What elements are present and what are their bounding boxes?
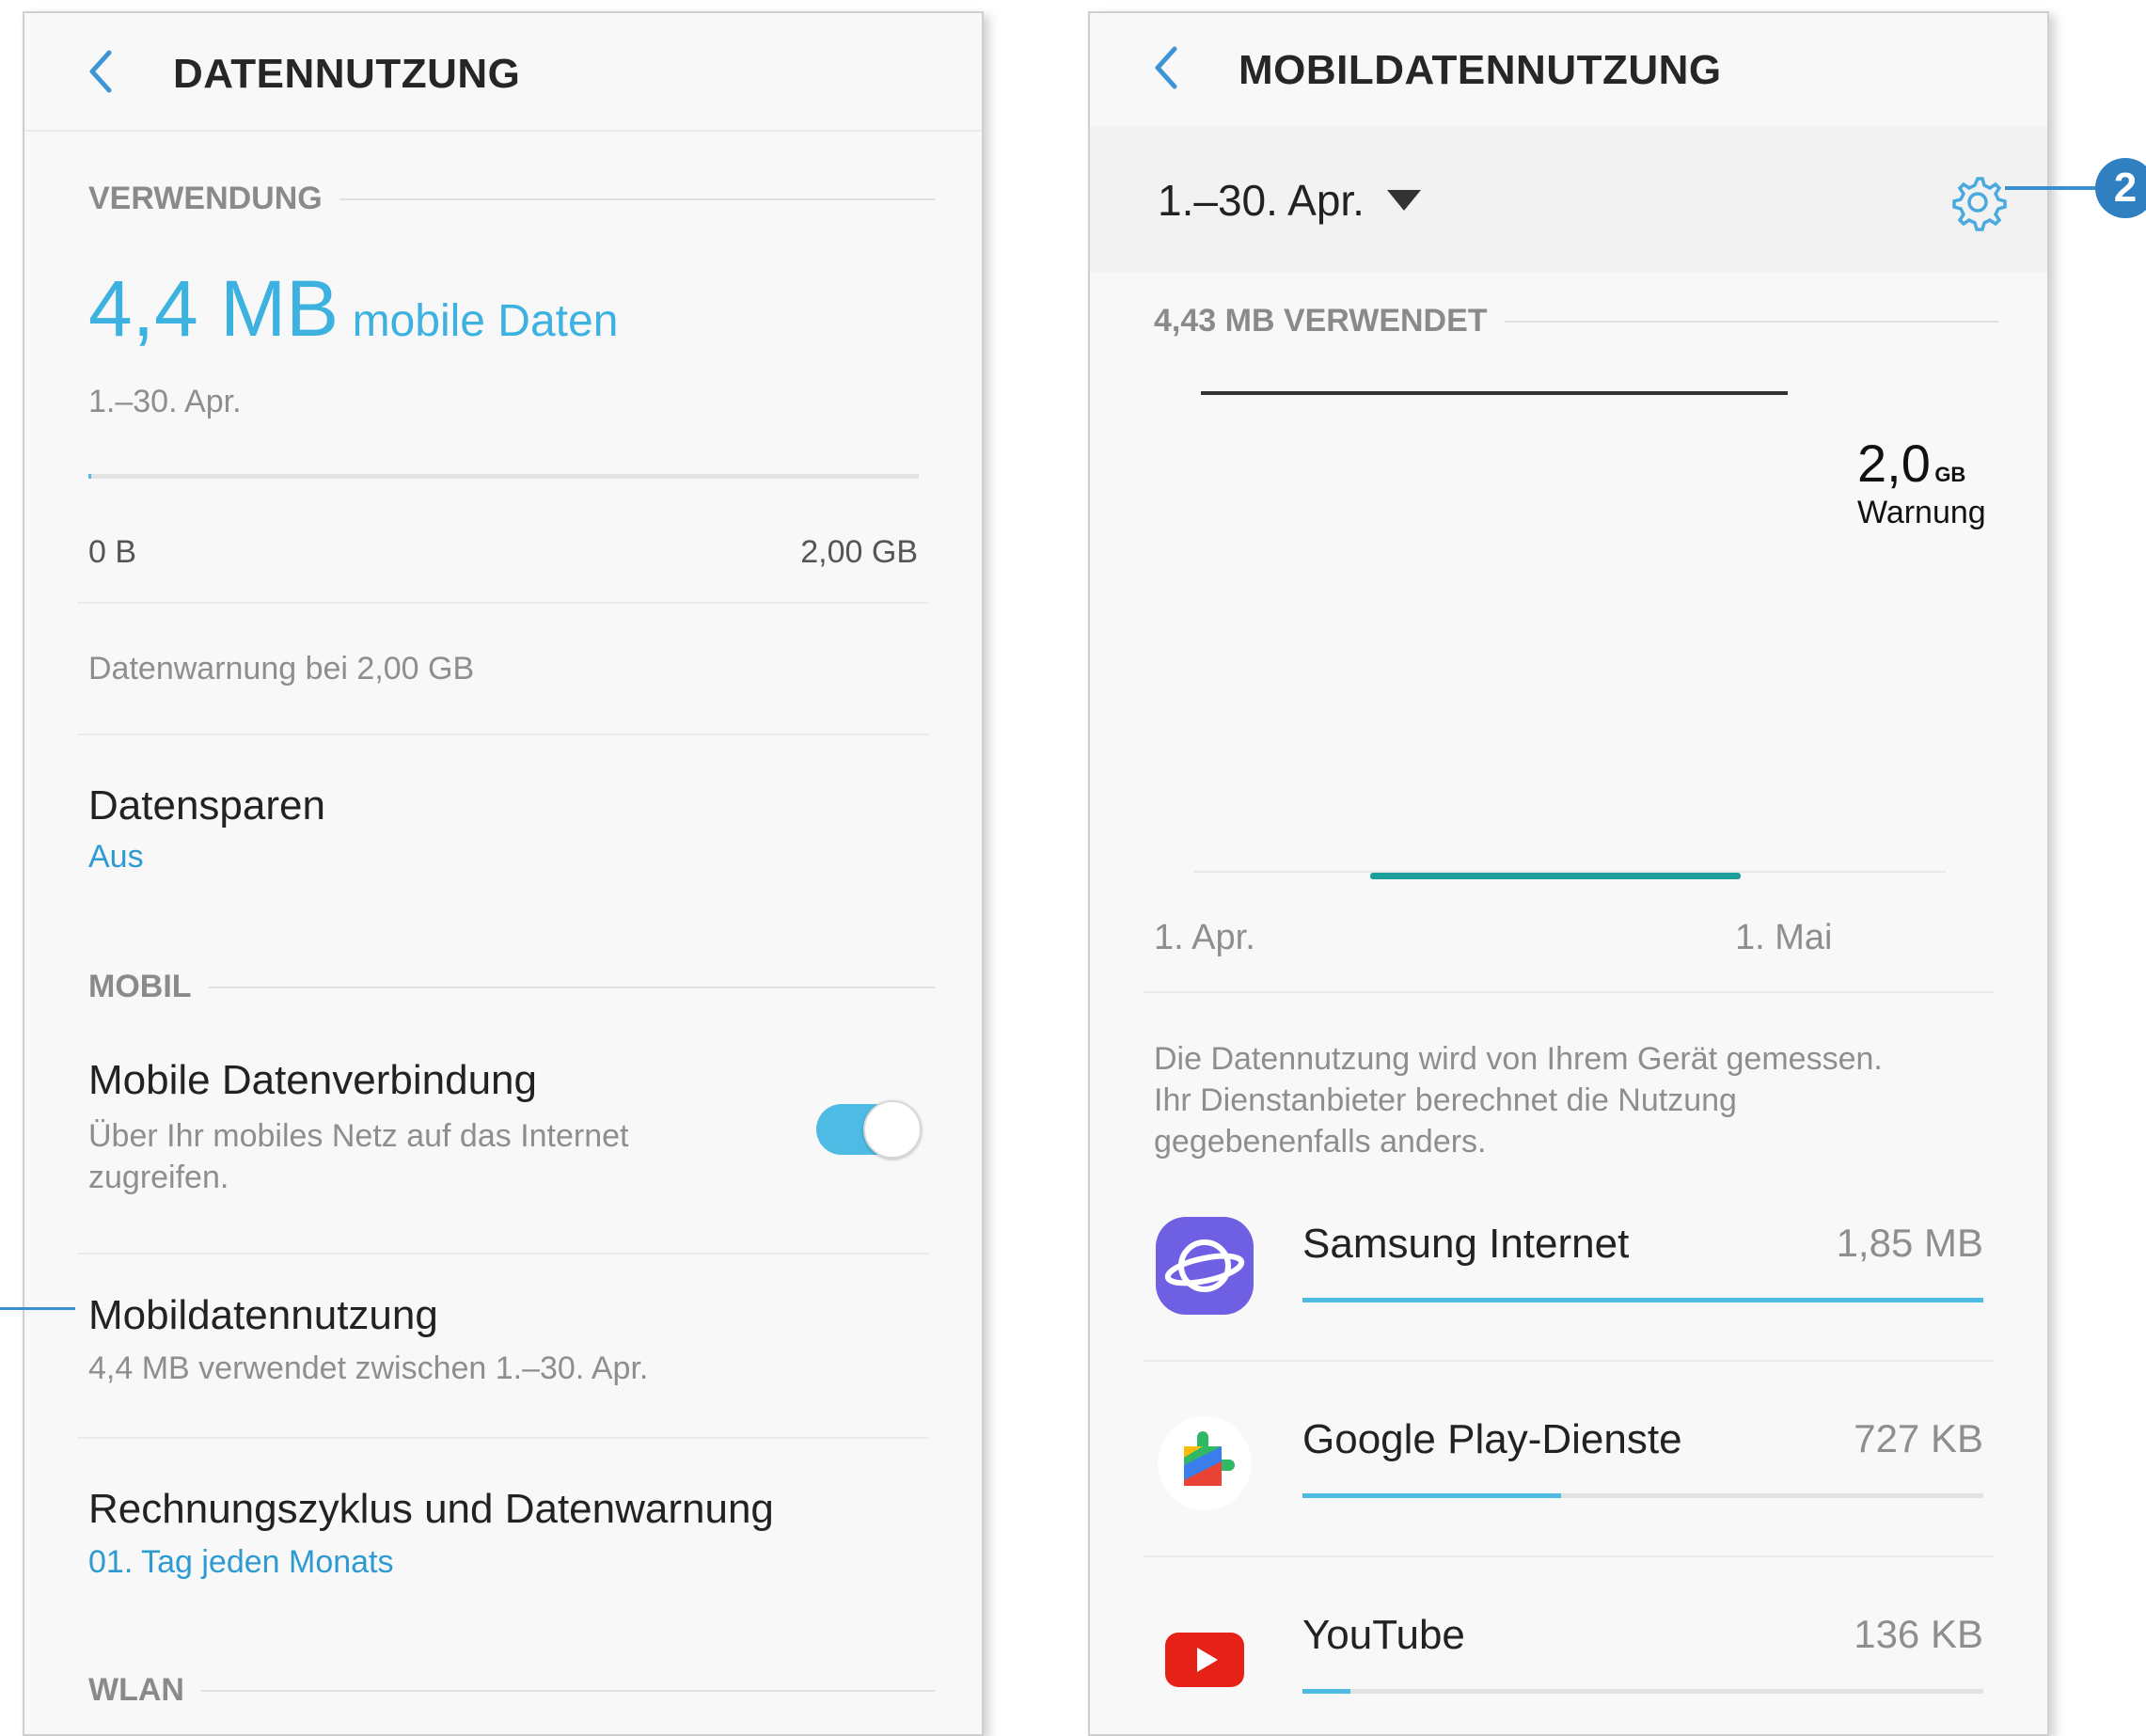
- scale-min: 0 B: [88, 534, 137, 570]
- period-bar: 1.–30. Apr.: [1090, 126, 2047, 273]
- period-dropdown[interactable]: 1.–30. Apr.: [1158, 175, 1423, 226]
- app-row[interactable]: Google Play-Dienste 727 KB: [1090, 1396, 2047, 1555]
- app-bar: DATENNUTZUNG: [24, 13, 982, 132]
- chart-warning-line: [1201, 391, 1788, 395]
- mobile-data-usage-item[interactable]: Mobildatennutzung 4,4 MB verwendet zwisc…: [88, 1292, 648, 1387]
- chart-usage-line: [1370, 873, 1741, 879]
- back-arrow-icon[interactable]: [81, 45, 122, 98]
- used-header: 4,43 MB VERWENDET: [1154, 303, 1998, 339]
- callout-badge-2: 2: [2095, 158, 2146, 218]
- back-arrow-icon[interactable]: [1146, 41, 1188, 94]
- app-usage-bar: [1302, 1493, 1983, 1498]
- app-row[interactable]: Samsung Internet 1,85 MB: [1090, 1200, 2047, 1360]
- page-title: DATENNUTZUNG: [173, 51, 521, 97]
- note-line: Die Datennutzung wird von Ihrem Gerät ge…: [1154, 1041, 1883, 1077]
- warning-unit: GB: [1934, 463, 1966, 486]
- mobile-connection-desc-2: zugreifen.: [88, 1160, 229, 1195]
- app-size: 1,85 MB: [1836, 1221, 1983, 1265]
- data-usage-screen: DATENNUTZUNG VERWENDUNG 4,4 MB mobile Da…: [23, 11, 984, 1736]
- app-usage-fill: [1302, 1298, 1983, 1302]
- gear-icon[interactable]: [1949, 173, 2007, 231]
- chart-warning-label: 2,0 GB: [1857, 433, 1965, 494]
- chart-x-start: 1. Apr.: [1154, 918, 1255, 957]
- app-name: Google Play-Dienste: [1302, 1416, 1682, 1462]
- mobile-data-usage-desc: 4,4 MB verwendet zwischen 1.–30. Apr.: [88, 1350, 649, 1386]
- usage-unit: mobile Daten: [352, 296, 619, 346]
- section-header-mobil: MOBIL: [88, 969, 935, 1005]
- mobile-connection-desc: Über Ihr mobiles Netz auf das Internet: [88, 1118, 629, 1154]
- warning-label: Warnung: [1857, 495, 1986, 530]
- usage-summary: 4,4 MB mobile Daten: [88, 263, 618, 355]
- period-dropdown-label: 1.–30. Apr.: [1158, 176, 1365, 225]
- data-saver-value: Aus: [88, 839, 144, 875]
- app-usage-fill: [1302, 1689, 1350, 1694]
- note-line: Ihr Dienstanbieter berechnet die Nutzung: [1154, 1082, 1737, 1118]
- usage-amount: 4,4 MB: [88, 264, 339, 353]
- mobile-data-toggle[interactable]: [816, 1100, 922, 1159]
- app-size: 136 KB: [1854, 1612, 1983, 1656]
- section-header-wlan: WLAN: [88, 1672, 935, 1709]
- usage-progress-bar: [88, 474, 919, 479]
- data-warning-text[interactable]: Datenwarnung bei 2,00 GB: [88, 651, 474, 687]
- section-label: MOBIL: [88, 969, 192, 1004]
- app-bar: MOBILDATENNUTZUNG: [1090, 13, 2047, 126]
- billing-cycle-value: 01. Tag jeden Monats: [88, 1544, 394, 1580]
- app-usage-fill: [1302, 1493, 1562, 1498]
- usage-period: 1.–30. Apr.: [88, 384, 242, 419]
- data-saver-title: Datensparen: [88, 782, 325, 829]
- section-header-usage: VERWENDUNG: [88, 181, 935, 217]
- section-label: WLAN: [88, 1672, 184, 1708]
- mobile-data-usage-title: Mobildatennutzung: [88, 1292, 438, 1338]
- app-name: YouTube: [1302, 1612, 1465, 1658]
- warning-value: 2,0: [1857, 434, 1931, 493]
- mobile-data-usage-screen: MOBILDATENNUTZUNG 1.–30. Apr. 4,43 MB VE…: [1088, 11, 2049, 1736]
- chart-x-end: 1. Mai: [1735, 918, 1833, 957]
- note-line: gegebenenfalls anders.: [1154, 1124, 1487, 1160]
- scale-max: 2,00 GB: [800, 534, 918, 570]
- samsung-internet-icon: [1156, 1217, 1254, 1315]
- app-size: 727 KB: [1854, 1416, 1983, 1460]
- callout-line-2: [2005, 186, 2099, 190]
- mobile-connection-title: Mobile Datenverbindung: [88, 1057, 537, 1103]
- used-label: 4,43 MB VERWENDET: [1154, 303, 1488, 339]
- google-play-services-icon: [1158, 1416, 1252, 1510]
- dropdown-arrow-icon: [1386, 190, 1421, 211]
- billing-cycle-title: Rechnungszyklus und Datenwarnung: [88, 1486, 774, 1532]
- measurement-note: Die Datennutzung wird von Ihrem Gerät ge…: [1154, 1038, 1883, 1162]
- callout-line-1: [0, 1307, 75, 1310]
- app-row[interactable]: YouTube 136 KB: [1090, 1591, 2047, 1734]
- app-usage-bar: [1302, 1298, 1983, 1302]
- mobile-connection-item[interactable]: Mobile Datenverbindung Über Ihr mobiles …: [88, 1057, 822, 1198]
- page-title: MOBILDATENNUTZUNG: [1239, 47, 1722, 93]
- app-name: Samsung Internet: [1302, 1221, 1630, 1267]
- data-saver-item[interactable]: Datensparen Aus: [88, 782, 325, 876]
- usage-progress-fill: [88, 474, 91, 479]
- app-usage-bar: [1302, 1689, 1983, 1694]
- toggle-knob: [863, 1100, 922, 1159]
- section-label: VERWENDUNG: [88, 181, 323, 216]
- billing-cycle-item[interactable]: Rechnungszyklus und Datenwarnung 01. Tag…: [88, 1486, 774, 1581]
- youtube-icon: [1165, 1633, 1244, 1687]
